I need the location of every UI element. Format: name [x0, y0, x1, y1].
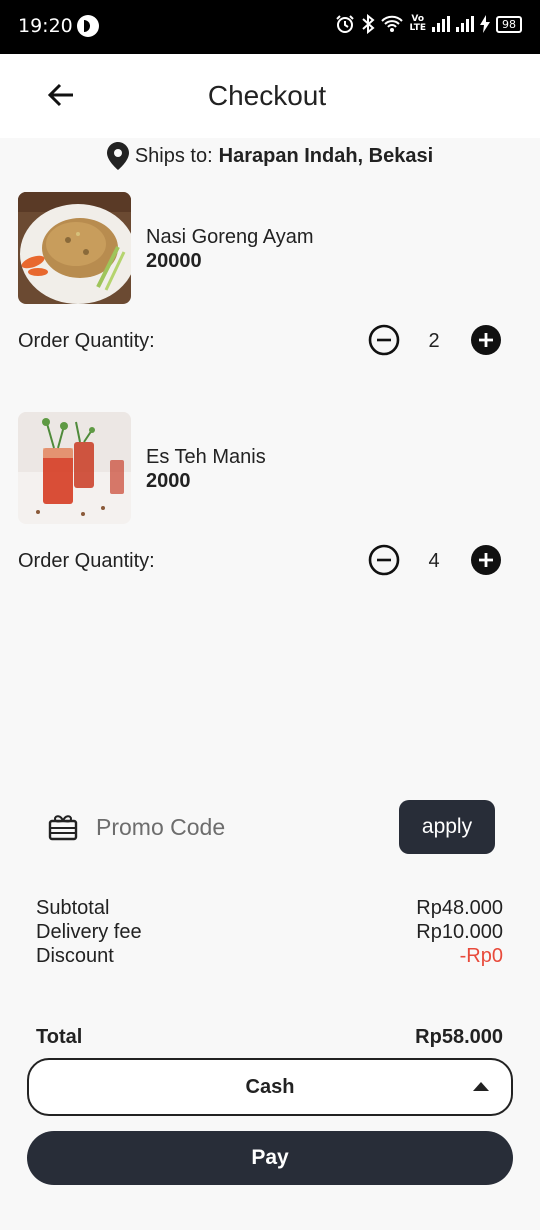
quantity-value: 4 [428, 550, 440, 572]
signal-icon [432, 16, 450, 32]
promo-code-input[interactable] [96, 810, 376, 844]
total-label: Total [36, 1026, 83, 1048]
decrease-quantity-button[interactable] [368, 324, 400, 356]
status-bar: 19:20 Vo LTE 98 [0, 0, 540, 54]
charging-icon [480, 15, 490, 33]
status-time: 19:20 [18, 15, 73, 37]
item-name: Nasi Goreng Ayam [146, 226, 314, 248]
delivery-fee-row: Delivery fee Rp10.000 [36, 920, 503, 944]
total-row: Total Rp58.000 [36, 1026, 503, 1049]
payment-method-select[interactable]: Cash [27, 1058, 513, 1116]
subtotal-value: Rp48.000 [416, 897, 503, 919]
quantity-value: 2 [428, 330, 440, 352]
order-summary: Subtotal Rp48.000 Delivery fee Rp10.000 … [36, 896, 503, 968]
payment-method-value: Cash [245, 1076, 295, 1098]
signal-icon-2 [456, 16, 474, 32]
discount-value: -Rp0 [459, 945, 503, 967]
subtotal-row: Subtotal Rp48.000 [36, 896, 503, 920]
volte-icon: Vo LTE [409, 14, 426, 33]
battery-indicator: 98 [496, 15, 522, 33]
total-value: Rp58.000 [415, 1026, 503, 1048]
pay-button[interactable]: Pay [27, 1131, 513, 1185]
discount-row: Discount -Rp0 [36, 944, 503, 968]
decrease-quantity-button[interactable] [368, 544, 400, 576]
status-icons: Vo LTE 98 [335, 14, 522, 34]
order-quantity-label: Order Quantity: [18, 550, 155, 572]
shipping-address: Ships to: Harapan Indah, Bekasi [0, 142, 540, 170]
gift-card-icon [48, 815, 78, 841]
delivery-fee-value: Rp10.000 [416, 921, 503, 943]
wifi-icon [381, 15, 404, 32]
item-name: Es Teh Manis [146, 446, 266, 468]
caret-up-icon [473, 1082, 489, 1091]
apply-promo-button[interactable]: apply [399, 800, 495, 854]
app-bar: Checkout [0, 54, 540, 138]
delivery-fee-label: Delivery fee [36, 921, 142, 943]
item-price: 20000 [146, 250, 202, 272]
location-pin-icon [106, 142, 129, 170]
ships-to-location: Harapan Indah, Bekasi [218, 144, 434, 167]
discount-label: Discount [36, 945, 114, 967]
ships-to-label: Ships to: [134, 144, 213, 167]
fried-rice-photo [18, 192, 131, 304]
order-quantity-label: Order Quantity: [18, 330, 155, 352]
iced-tea-photo [18, 412, 131, 524]
subtotal-label: Subtotal [36, 897, 110, 919]
bluetooth-icon [362, 14, 375, 34]
page-title: Checkout [207, 80, 327, 111]
item-price: 2000 [146, 470, 191, 492]
alarm-icon [336, 15, 355, 33]
increase-quantity-button[interactable] [470, 324, 502, 356]
increase-quantity-button[interactable] [470, 544, 502, 576]
app-notification-icon [77, 15, 99, 37]
